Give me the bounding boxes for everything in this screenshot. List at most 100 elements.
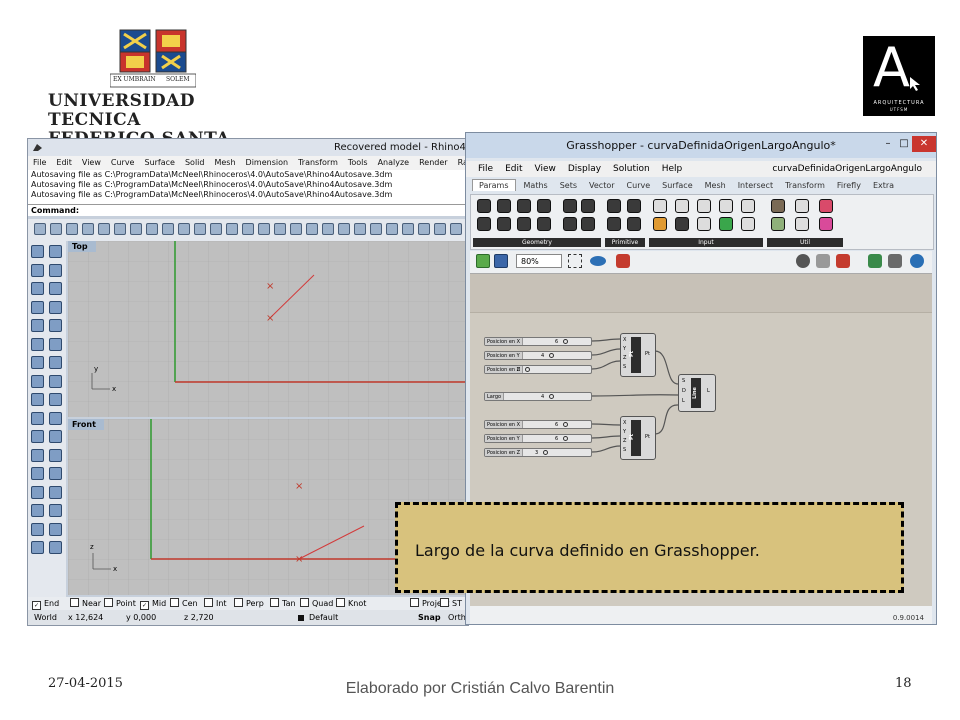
status-ortho-toggle[interactable]: Orth — [448, 610, 466, 625]
rhino-tool-icon[interactable] — [66, 223, 78, 235]
input-param-icon[interactable] — [719, 199, 733, 213]
slider-grip-icon[interactable] — [549, 394, 554, 399]
grasshopper-menu-item[interactable]: Solution — [613, 164, 650, 174]
rhino-sidebar-tool-icon[interactable] — [31, 504, 44, 517]
number-slider[interactable]: Posicion en Y 4 — [484, 351, 592, 360]
input-param-icon[interactable] — [741, 217, 755, 231]
osnap-checkbox[interactable] — [270, 598, 279, 607]
slider-grip-icon[interactable] — [543, 450, 548, 455]
rhino-sidebar-tool-icon[interactable] — [49, 522, 62, 536]
grasshopper-menu-item[interactable]: File — [478, 164, 493, 174]
rhino-sidebar-tool-icon[interactable] — [31, 430, 44, 443]
osnap-knot[interactable]: Knot — [336, 597, 366, 610]
status-snap-toggle[interactable]: Snap — [418, 610, 441, 625]
rhino-sidebar-tool-icon[interactable] — [31, 263, 44, 277]
rhino-menu-item[interactable]: Curve — [111, 158, 135, 167]
geometry-param-icon[interactable] — [477, 199, 491, 213]
rhino-menu-item[interactable]: Transform — [298, 158, 338, 167]
rhino-sidebar-tool-icon[interactable] — [49, 337, 62, 351]
maximize-icon[interactable]: □ — [896, 136, 912, 152]
close-icon[interactable]: ✕ — [912, 136, 936, 152]
rhino-sidebar-tool-icon[interactable] — [49, 319, 62, 332]
document-name[interactable]: curvaDefinidaOrigenLargoAngulo — [772, 161, 922, 177]
input-param-icon[interactable] — [697, 217, 711, 231]
grasshopper-menu-item[interactable]: Help — [662, 164, 683, 174]
input-param-icon[interactable] — [675, 217, 689, 231]
util-param-icon[interactable] — [795, 217, 809, 231]
geometry-param-icon[interactable] — [537, 199, 551, 213]
input-param-icon[interactable] — [741, 199, 755, 213]
display-sphere-icon[interactable] — [910, 254, 924, 268]
rhino-sidebar-tool-icon[interactable] — [31, 282, 44, 295]
primitive-param-icon[interactable] — [607, 217, 621, 231]
rhino-sidebar-tool-icon[interactable] — [49, 245, 62, 258]
rhino-sidebar-tool-icon[interactable] — [31, 411, 44, 425]
input-param-icon[interactable] — [653, 199, 667, 213]
rhino-menu-item[interactable]: Solid — [185, 158, 205, 167]
preview-eye-icon[interactable] — [590, 256, 606, 266]
rhino-sidebar-tool-icon[interactable] — [31, 319, 44, 332]
rhino-menu-item[interactable]: Analyze — [378, 158, 410, 167]
osnap-checkbox[interactable] — [440, 598, 449, 607]
preview-mode-icon[interactable] — [796, 254, 810, 268]
rhino-tool-icon[interactable] — [210, 223, 222, 235]
save-file-icon[interactable] — [494, 254, 508, 268]
osnap-checkbox[interactable] — [234, 598, 243, 607]
osnap-tan[interactable]: Tan — [270, 597, 296, 610]
rhino-menu-item[interactable]: Mesh — [214, 158, 235, 167]
slider-grip-icon[interactable] — [563, 436, 568, 441]
status-cplane[interactable]: World — [34, 610, 57, 625]
rhino-sidebar-tool-icon[interactable] — [49, 448, 62, 462]
osnap-cen[interactable]: Cen — [170, 597, 198, 610]
util-param-icon[interactable] — [819, 217, 833, 231]
primitive-param-icon[interactable] — [627, 217, 641, 231]
rhino-tool-icon[interactable] — [34, 223, 46, 235]
osnap-checkbox[interactable] — [204, 598, 213, 607]
rhino-tool-icon[interactable] — [418, 223, 430, 235]
tab-vector[interactable]: Vector — [589, 181, 615, 190]
rhino-sidebar-tool-icon[interactable] — [49, 282, 62, 295]
number-slider[interactable]: Posicion en X 6 — [484, 337, 592, 346]
geometry-param-icon[interactable] — [537, 217, 551, 231]
status-layer[interactable]: Default — [309, 610, 338, 625]
zoom-dropdown[interactable]: 80% — [516, 254, 562, 268]
tab-transform[interactable]: Transform — [785, 181, 825, 190]
bake-icon[interactable] — [868, 254, 882, 268]
rhino-tool-icon[interactable] — [386, 223, 398, 235]
rhino-tool-icon[interactable] — [258, 223, 270, 235]
rhino-sidebar-tool-icon[interactable] — [49, 430, 62, 443]
rhino-tool-icon[interactable] — [434, 223, 446, 235]
osnap-st[interactable]: ST — [440, 597, 462, 610]
rhino-menu-item[interactable]: Render — [419, 158, 447, 167]
geometry-param-icon[interactable] — [497, 199, 511, 213]
geometry-param-icon[interactable] — [497, 217, 511, 231]
geometry-param-icon[interactable] — [581, 199, 595, 213]
shaded-icon[interactable] — [836, 254, 850, 268]
input-param-icon[interactable] — [653, 217, 667, 231]
rhino-menu-item[interactable]: View — [82, 158, 101, 167]
number-slider[interactable]: Posicion en Z0 — [484, 365, 592, 374]
slider-grip-icon[interactable] — [563, 339, 568, 344]
rhino-tool-icon[interactable] — [290, 223, 302, 235]
osnap-point[interactable]: Point — [104, 597, 136, 610]
osnap-int[interactable]: Int — [204, 597, 227, 610]
rhino-sidebar-tool-icon[interactable] — [31, 245, 44, 258]
primitive-param-icon[interactable] — [627, 199, 641, 213]
osnap-checkbox[interactable]: ✓ — [140, 601, 149, 610]
rhino-menu-item[interactable]: Dimension — [246, 158, 289, 167]
tab-maths[interactable]: Maths — [524, 181, 548, 190]
geometry-param-icon[interactable] — [563, 217, 577, 231]
open-file-icon[interactable] — [476, 254, 490, 268]
rhino-tool-icon[interactable] — [82, 223, 94, 235]
osnap-checkbox[interactable] — [70, 598, 79, 607]
tab-mesh[interactable]: Mesh — [705, 181, 726, 190]
grasshopper-menu-item[interactable]: Edit — [505, 164, 522, 174]
rhino-sidebar-tool-icon[interactable] — [49, 504, 62, 517]
rhino-sidebar-tool-icon[interactable] — [31, 393, 44, 406]
construct-point-component[interactable]: X Y Z S Pt Pt — [620, 416, 656, 460]
osnap-checkbox[interactable] — [410, 598, 419, 607]
tab-sets[interactable]: Sets — [560, 181, 577, 190]
rhino-tool-icon[interactable] — [114, 223, 126, 235]
rhino-tool-icon[interactable] — [322, 223, 334, 235]
rhino-tool-icon[interactable] — [354, 223, 366, 235]
